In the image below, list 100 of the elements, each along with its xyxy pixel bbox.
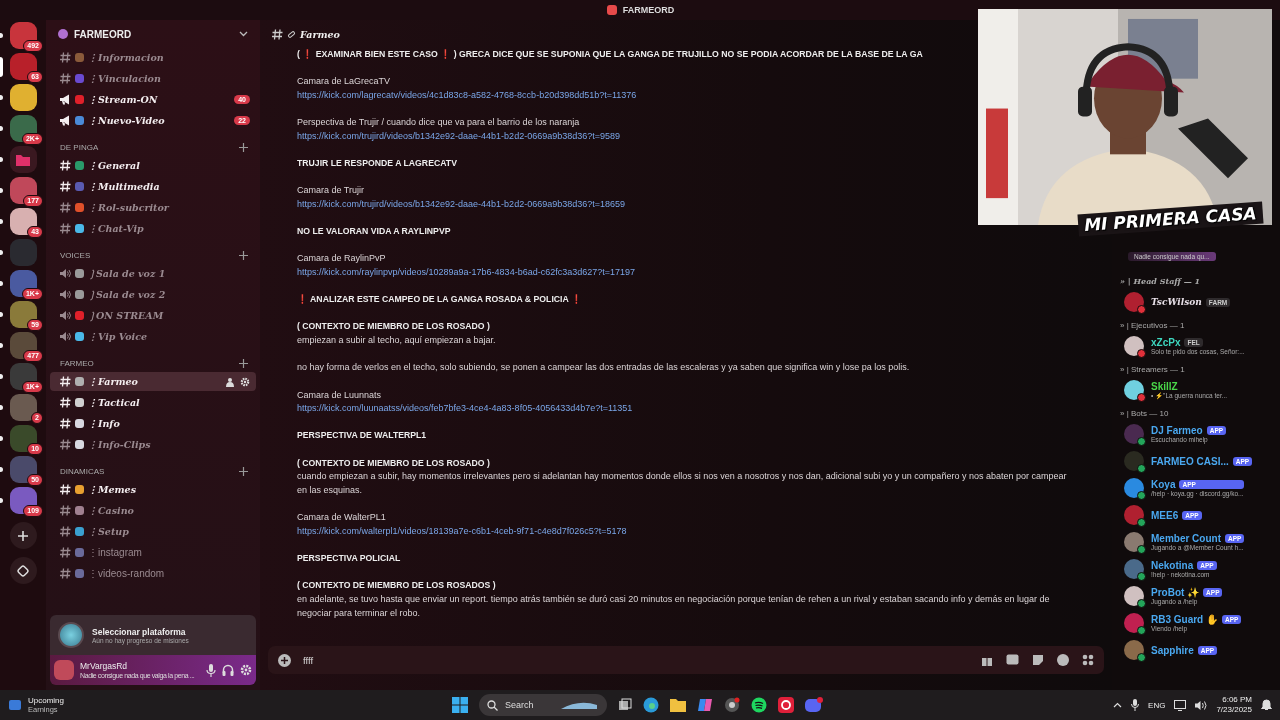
channel-name[interactable]: ❳Sala de voz 2 [88, 289, 250, 300]
channel-item[interactable]: ⋮Chat-Vip [50, 219, 256, 238]
channel-item[interactable]: ⋮Info-Clips [50, 435, 256, 454]
channel-name[interactable]: ⋮videos-random [88, 568, 250, 579]
channel-name[interactable]: ⋮Tactical [88, 397, 250, 408]
avatar[interactable] [1124, 559, 1144, 579]
category-header[interactable]: DE PINGA [60, 142, 99, 152]
browser-icon[interactable] [643, 697, 659, 713]
member-name[interactable]: MEE6 [1151, 509, 1179, 521]
channel-name[interactable]: ⋮Informacion [88, 52, 250, 63]
avatar[interactable] [1124, 613, 1144, 633]
channel-item[interactable]: ⋮General [50, 156, 256, 175]
channel-item[interactable]: ⋮Info [50, 414, 256, 433]
category-header[interactable]: FARMEO [60, 358, 94, 368]
channel-name[interactable]: ❳Sala de voz 1 [88, 268, 250, 279]
volume-icon[interactable] [1195, 699, 1208, 711]
avatar[interactable] [1124, 451, 1144, 471]
member-name[interactable]: FARMEO CASI... [1151, 455, 1229, 467]
video-link[interactable]: https://kick.com/walterpl1/videos/18139a7e-c6b1-4ceb-9f71-c4e8d7f026c5?t=5178 [297, 524, 627, 539]
add-icon[interactable] [278, 653, 291, 667]
sticker-icon[interactable] [1032, 654, 1044, 666]
avatar[interactable] [1124, 424, 1144, 444]
avatar[interactable] [1124, 478, 1144, 498]
category-header[interactable]: DINAMICAS [60, 466, 105, 476]
emoji-icon[interactable] [1057, 654, 1069, 666]
microphone-icon[interactable] [206, 663, 216, 677]
message-input[interactable]: ffff [301, 653, 971, 667]
microphone-icon[interactable] [1131, 699, 1140, 711]
server-icon[interactable] [9, 425, 37, 452]
server-icon[interactable] [9, 84, 37, 111]
clock[interactable]: 6:06 PM 7/23/2025 [1216, 695, 1252, 715]
channel-name[interactable]: ⋮Vip Voice [88, 331, 250, 342]
video-link[interactable]: https://kick.com/raylinpvp/videos/10289a9a-17b6-4834-b6ad-c62fc3a3d627?t=17197 [297, 266, 635, 280]
avatar[interactable] [1124, 336, 1144, 356]
settings-icon[interactable] [240, 376, 250, 387]
channel-item[interactable]: ⋮Farmeo [50, 372, 256, 391]
widget-title[interactable]: Upcoming [28, 696, 64, 705]
member-name[interactable]: Member Count [1151, 533, 1221, 544]
task-view-icon[interactable] [618, 698, 632, 712]
settings-icon[interactable] [240, 664, 252, 676]
avatar[interactable] [1124, 532, 1144, 552]
add-channel-icon[interactable] [239, 250, 248, 260]
member-name[interactable]: SkillZ [1151, 380, 1178, 392]
member-name[interactable]: Koya [1151, 479, 1176, 490]
avatar[interactable] [1124, 380, 1144, 400]
member-name[interactable]: Sapphire [1151, 644, 1194, 656]
add-channel-icon[interactable] [239, 142, 248, 152]
channel-item[interactable]: ⋮Setup [50, 522, 256, 541]
headphones-icon[interactable] [222, 664, 234, 676]
member-name[interactable]: DJ Farmeo [1151, 425, 1203, 436]
add-server-icon[interactable] [9, 522, 37, 549]
category-header[interactable]: VOICES [60, 250, 91, 260]
channel-item[interactable]: ❳ON STREAM [50, 306, 256, 325]
member-name[interactable]: ProBot ✨ [1151, 587, 1200, 598]
notification-icon[interactable] [1261, 699, 1272, 711]
weather-icon[interactable] [8, 698, 22, 712]
add-channel-icon[interactable] [239, 358, 248, 368]
server-icon[interactable] [9, 53, 37, 80]
avatar[interactable] [1124, 586, 1144, 606]
app-icon[interactable] [724, 697, 740, 713]
avatar[interactable] [1124, 505, 1144, 525]
record-app-icon[interactable] [778, 697, 794, 713]
invite-icon[interactable] [226, 376, 236, 387]
member-name[interactable]: Nekotina [1151, 560, 1194, 571]
language-indicator[interactable]: ENG [1148, 700, 1166, 710]
discover-icon[interactable] [9, 557, 37, 584]
channel-name[interactable]: ⋮Memes [88, 484, 250, 495]
start-icon[interactable] [452, 697, 468, 713]
channel-name[interactable]: ⋮Info-Clips [88, 439, 250, 450]
video-link[interactable]: https://kick.com/luunaatss/videos/feb7bfe3-4ce4-4a83-8f05-4056433d4b7e?t=11351 [297, 402, 633, 416]
channel-item[interactable]: ⋮Vip Voice [50, 327, 256, 346]
video-link[interactable]: https://kick.com/trujird/videos/b1342e92-daae-44b1-b2d2-0669a9b38d36?t=9589 [297, 129, 620, 144]
channel-name[interactable]: ❳ON STREAM [88, 310, 250, 321]
channel-name[interactable]: ⋮instagram [88, 547, 250, 558]
chevron-up-icon[interactable] [1113, 702, 1123, 708]
member-name[interactable]: RB3 Guard ✋ [1151, 614, 1218, 625]
channel-item[interactable]: ⋮Tactical [50, 393, 256, 412]
channel-item[interactable]: ❳Sala de voz 1 [50, 264, 256, 283]
channel-item[interactable]: ⋮instagram [50, 543, 256, 562]
video-link[interactable]: https://kick.com/lagrecatv/videos/4c1d83c8-a582-4768-8ccb-b20d398dd51b?t=11376 [297, 88, 637, 103]
gif-icon[interactable] [1006, 654, 1019, 665]
channel-name[interactable]: ⋮Info [88, 418, 250, 429]
channel-name[interactable]: ⋮Nuevo-Video [88, 115, 231, 126]
folder-icon[interactable] [670, 698, 686, 712]
folder-icon[interactable] [9, 146, 37, 173]
channel-item[interactable]: ⋮Rol-subcritor [50, 198, 256, 217]
music-app-icon[interactable] [751, 697, 767, 713]
channel-item[interactable]: ⋮Casino [50, 501, 256, 520]
apps-icon[interactable] [1082, 654, 1094, 666]
avatar[interactable] [1124, 640, 1144, 660]
search-button[interactable]: Search [479, 694, 607, 716]
message-bar[interactable]: ffff [268, 646, 1104, 674]
channel-name[interactable]: ⋮Chat-Vip [88, 223, 250, 234]
channel-name[interactable]: ⋮Multimedia [88, 181, 250, 192]
channel-name[interactable]: ⋮Vinculacion [88, 73, 250, 84]
channel-item[interactable]: ⋮videos-random [50, 564, 256, 583]
server-name[interactable]: FARMEORD [74, 28, 233, 40]
member-name[interactable]: TscWilson [1151, 297, 1202, 307]
video-link[interactable]: https://kick.com/trujird/videos/b1342e92-daae-44b1-b2d2-0669a9b38d36?t=18659 [297, 197, 625, 212]
channel-item[interactable]: ❳Sala de voz 2 [50, 285, 256, 304]
